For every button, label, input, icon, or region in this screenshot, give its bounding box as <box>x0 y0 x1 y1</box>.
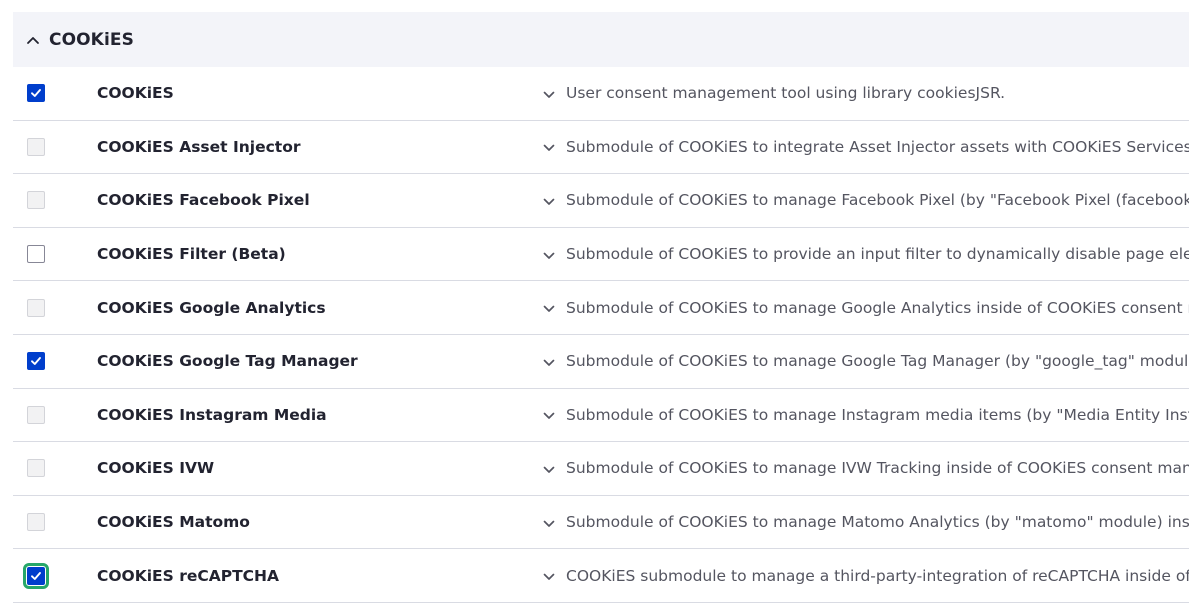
section-header-toggle[interactable]: COOKiES <box>13 12 1189 67</box>
module-name: COOKiES Instagram Media <box>97 405 327 424</box>
module-checkbox <box>27 298 45 317</box>
description-toggle[interactable]: Submodule of COOKiES to integrate Asset … <box>542 138 1189 156</box>
module-checkbox[interactable] <box>27 245 45 264</box>
module-row: COOKiES Asset Injector Submodule of COOKi… <box>13 121 1189 175</box>
checkmark-icon <box>31 571 41 580</box>
description-toggle[interactable]: Submodule of COOKiES to manage IVW Track… <box>542 459 1189 477</box>
module-checkbox[interactable] <box>27 84 45 103</box>
checkmark-icon <box>31 357 41 366</box>
module-row: COOKiES Matomo Submodule of COOKiES to ma… <box>13 496 1189 550</box>
module-checkbox <box>27 405 45 424</box>
chevron-down-icon <box>543 359 555 366</box>
chevron-down-icon <box>543 145 555 152</box>
cookies-module-group: COOKiES COOKiES User consent management t… <box>13 12 1189 603</box>
description-toggle[interactable]: Submodule of COOKiES to manage Matomo An… <box>542 513 1189 531</box>
module-description: Submodule of COOKiES to manage Google An… <box>566 298 1189 317</box>
module-name: COOKiES reCAPTCHA <box>97 566 280 585</box>
module-name: COOKiES <box>97 84 174 103</box>
chevron-down-icon <box>543 305 555 313</box>
module-checkbox <box>27 191 45 210</box>
module-checkbox <box>27 137 45 156</box>
module-description: COOKiES submodule to manage a third-part… <box>566 566 1189 585</box>
module-name: COOKiES Asset Injector <box>97 137 301 156</box>
description-toggle[interactable]: COOKiES submodule to manage a third-part… <box>542 567 1189 585</box>
module-name: COOKiES Google Tag Manager <box>97 352 358 371</box>
description-toggle[interactable]: Submodule of COOKiES to manage Google An… <box>542 299 1189 317</box>
module-name: COOKiES Facebook Pixel <box>97 191 310 210</box>
module-checkbox <box>27 513 45 532</box>
module-description: Submodule of COOKiES to manage Matomo An… <box>566 513 1189 532</box>
chevron-down-icon <box>543 466 555 473</box>
module-row: COOKiES User consent management tool usin… <box>13 67 1189 121</box>
module-row: COOKiES IVW Submodule of COOKiES to manag… <box>13 442 1189 496</box>
description-toggle[interactable]: Submodule of COOKiES to manage Instagram… <box>542 406 1189 424</box>
section-title: COOKiES <box>49 29 134 50</box>
module-row: COOKiES Instagram Media Submodule of COOK… <box>13 389 1189 443</box>
chevron-down-icon <box>543 520 555 527</box>
module-name: COOKiES IVW <box>97 459 215 478</box>
module-checkbox <box>27 459 45 478</box>
module-description: Submodule of COOKiES to integrate Asset … <box>566 137 1189 156</box>
chevron-down-icon <box>543 252 555 259</box>
description-toggle[interactable]: Submodule of COOKiES to provide an input… <box>542 245 1189 263</box>
module-description: Submodule of COOKiES to manage IVW Track… <box>566 459 1189 478</box>
description-toggle[interactable]: Submodule of COOKiES to manage Google Ta… <box>542 352 1189 370</box>
chevron-down-icon <box>543 413 555 420</box>
chevron-down-icon <box>543 198 555 205</box>
module-name: COOKiES Matomo <box>97 513 250 532</box>
chevron-down-icon <box>543 573 555 580</box>
module-row: COOKiES Google Analytics Submodule of COO… <box>13 281 1189 335</box>
module-description: Submodule of COOKiES to manage Facebook … <box>566 191 1189 210</box>
module-row: COOKiES Facebook Pixel Submodule of COOKi… <box>13 174 1189 228</box>
module-checkbox[interactable] <box>27 352 45 371</box>
module-row: COOKiES reCAPTCHA COOKiES submodule to ma… <box>13 549 1189 603</box>
chevron-down-icon <box>543 91 555 98</box>
module-name: COOKiES Filter (Beta) <box>97 245 286 264</box>
description-toggle[interactable]: User consent management tool using libra… <box>542 84 1005 102</box>
module-description: User consent management tool using libra… <box>566 84 1006 103</box>
module-description: Submodule of COOKiES to manage Instagram… <box>566 405 1189 424</box>
description-toggle[interactable]: Submodule of COOKiES to manage Facebook … <box>542 191 1189 209</box>
module-name: COOKiES Google Analytics <box>97 298 326 317</box>
module-description: Submodule of COOKiES to provide an input… <box>566 245 1189 264</box>
chevron-up-icon <box>27 36 39 44</box>
checkmark-icon <box>31 89 41 98</box>
module-row: COOKiES Google Tag Manager Submodule of C… <box>13 335 1189 389</box>
module-description: Submodule of COOKiES to manage Google Ta… <box>566 352 1189 371</box>
module-checkbox[interactable] <box>23 562 49 589</box>
module-list: COOKiES User consent management tool usin… <box>13 67 1189 603</box>
module-row: COOKiES Filter (Beta) Submodule of COOKiE… <box>13 228 1189 282</box>
